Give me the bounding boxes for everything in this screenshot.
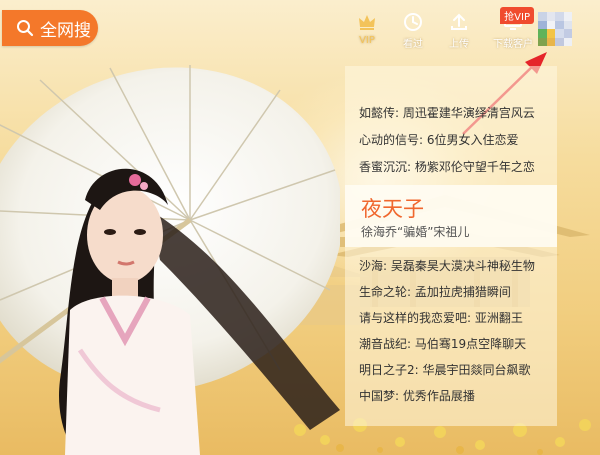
global-search-button[interactable]: 全网搜 (2, 10, 98, 46)
user-avatar[interactable] (538, 12, 572, 46)
news-item[interactable]: 中国梦: 优秀作品展播 (345, 383, 557, 409)
news-item[interactable]: 生命之轮: 孟加拉虎捕猎瞬间 (345, 279, 557, 305)
news-item[interactable]: 心动的信号: 6位男女入住恋爱 (345, 127, 557, 154)
news-item[interactable]: 如懿传: 周迅霍建华演绎清宫风云 (345, 100, 557, 127)
history-button[interactable]: 看过 (396, 12, 430, 50)
clock-icon (404, 13, 422, 31)
featured-title: 夜天子 (361, 197, 424, 221)
upload-icon (451, 13, 467, 30)
search-label: 全网搜 (40, 20, 91, 41)
search-icon (17, 20, 34, 37)
vip-label: VIP (359, 35, 375, 46)
grab-vip-badge[interactable]: 抢VIP (500, 7, 534, 24)
news-panel: 如懿传: 周迅霍建华演绎清宫风云 心动的信号: 6位男女入住恋爱 香蜜沉沉: 杨… (345, 66, 557, 426)
upload-button[interactable]: 上传 (442, 12, 476, 50)
news-item[interactable]: 潮音战纪: 马伯骞19点空降聊天 (345, 331, 557, 357)
crown-icon (359, 15, 375, 30)
history-label: 看过 (403, 39, 423, 50)
news-item[interactable]: 香蜜沉沉: 杨紫邓伦守望千年之恋 (345, 154, 557, 181)
vip-button[interactable]: VIP (350, 12, 384, 50)
news-item[interactable]: 沙海: 吴磊秦昊大漠决斗神秘生物 (345, 253, 557, 279)
featured-subtitle: 徐海乔“骗婚”宋祖儿 (361, 225, 470, 239)
news-item[interactable]: 请与这样的我恋爱吧: 亚洲翻王 (345, 305, 557, 331)
featured-item[interactable]: 夜天子 徐海乔“骗婚”宋祖儿 (345, 185, 557, 247)
news-item[interactable]: 明日之子2: 华晨宇田燚同台飙歌 (345, 357, 557, 383)
